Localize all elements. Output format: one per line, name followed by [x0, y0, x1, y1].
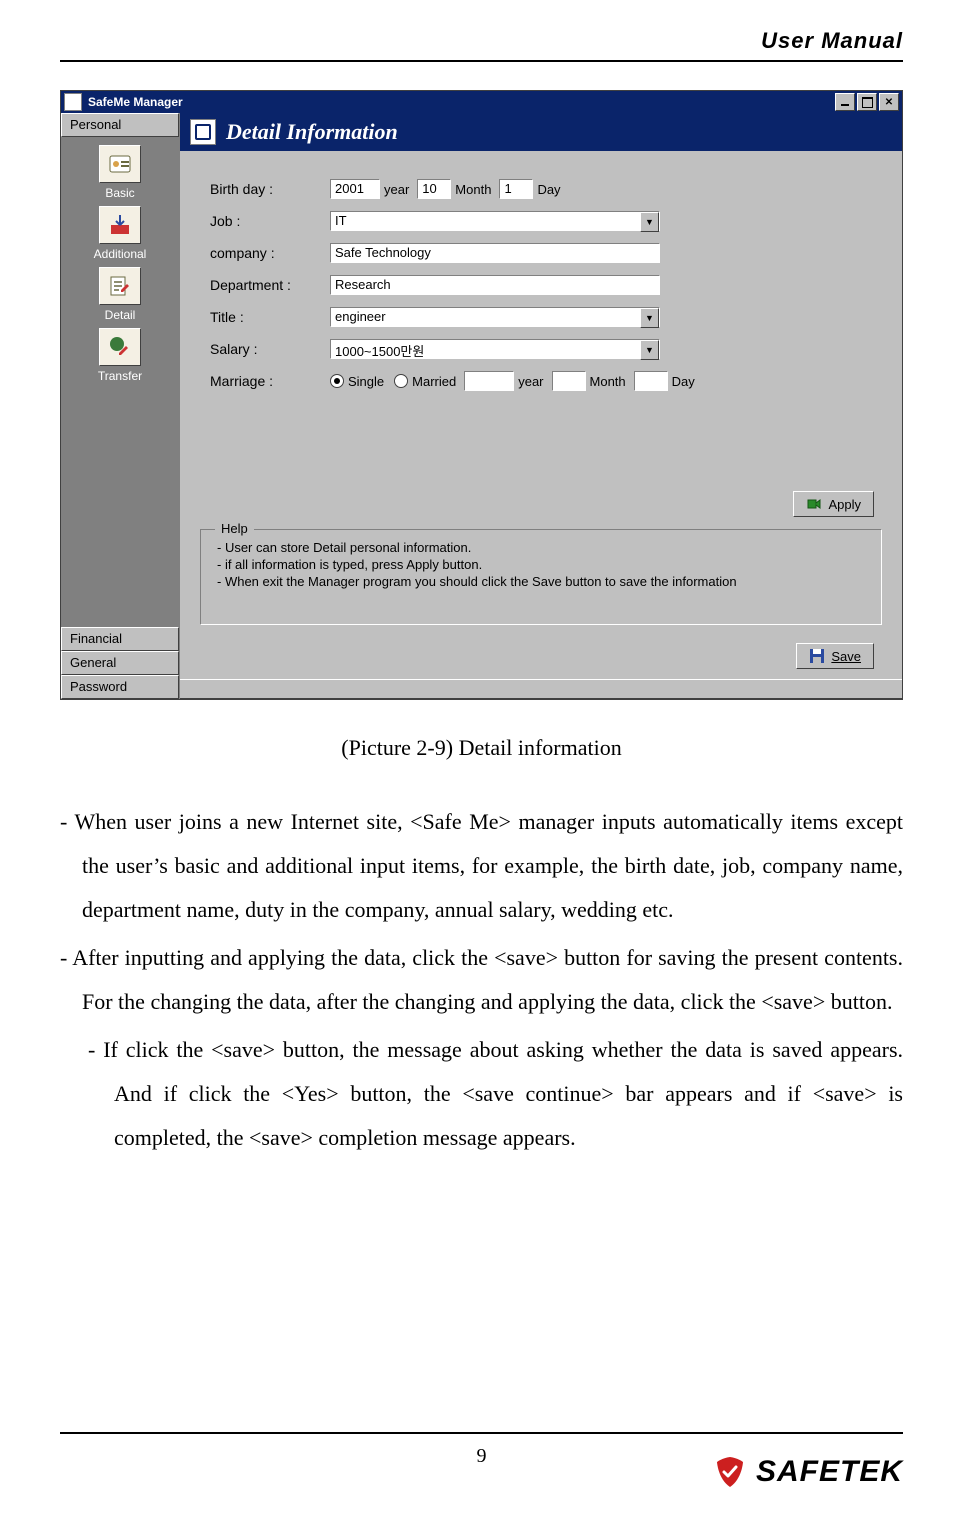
department-input[interactable]: Research: [330, 275, 660, 295]
unit-year: year: [384, 182, 409, 197]
detail-section-icon: [190, 119, 216, 145]
footer-logo-text: SAFETEK: [756, 1455, 903, 1489]
person-card-icon: [99, 145, 141, 183]
title-label: Title :: [210, 309, 330, 325]
sidebar-tab-financial[interactable]: Financial: [61, 627, 179, 651]
apply-button[interactable]: Apply: [793, 491, 874, 517]
footer-logo: SAFETEK: [712, 1454, 903, 1490]
apply-icon: [806, 496, 822, 512]
body-paragraph-1: - When user joins a new Internet site, <…: [60, 800, 903, 932]
marriage-label: Marriage :: [210, 373, 330, 389]
help-legend: Help: [215, 521, 254, 536]
help-line-3: - When exit the Manager program you shou…: [217, 574, 869, 589]
apply-button-label: Apply: [828, 497, 861, 512]
sidebar-tab-personal[interactable]: Personal: [61, 113, 179, 137]
help-groupbox: Help - User can store Detail personal in…: [200, 529, 882, 625]
unit-day2: Day: [672, 374, 695, 389]
marriage-month-input[interactable]: [552, 371, 586, 391]
save-icon: [809, 648, 825, 664]
unit-month2: Month: [590, 374, 626, 389]
main-panel: Detail Information Birth day : 2001 year…: [180, 113, 902, 699]
section-banner-title: Detail Information: [226, 119, 398, 145]
company-label: company :: [210, 245, 330, 261]
titlebar-text: SafeMe Manager: [88, 95, 833, 109]
job-combo[interactable]: IT: [330, 211, 660, 231]
sidebar-item-additional[interactable]: Additional: [94, 206, 147, 261]
help-line-1: - User can store Detail personal informa…: [217, 540, 869, 555]
unit-month: Month: [455, 182, 491, 197]
detail-form: Birth day : 2001 year 10 Month 1 Day Job…: [180, 151, 902, 635]
body-text: - When user joins a new Internet site, <…: [60, 800, 903, 1164]
close-button[interactable]: [879, 93, 899, 111]
titlebar: SafeMe Manager: [61, 91, 902, 113]
sidebar-item-transfer[interactable]: Transfer: [98, 328, 142, 383]
figure-caption: (Picture 2-9) Detail information: [0, 735, 963, 761]
page-header-title: User Manual: [60, 28, 903, 54]
salary-label: Salary :: [210, 341, 330, 357]
job-label: Job :: [210, 213, 330, 229]
save-button-label: Save: [831, 649, 861, 664]
sidebar-item-basic[interactable]: Basic: [99, 145, 141, 200]
sidebar-item-label: Additional: [94, 247, 147, 261]
marriage-single-radio[interactable]: [330, 374, 344, 388]
salary-combo[interactable]: 1000~1500만원: [330, 339, 660, 359]
app-icon: [64, 93, 82, 111]
birthday-label: Birth day :: [210, 181, 330, 197]
safeme-window: SafeMe Manager Personal Basic Additi: [60, 90, 903, 700]
sidebar-item-label: Detail: [105, 308, 136, 322]
section-banner: Detail Information: [180, 113, 902, 151]
sidebar-item-detail[interactable]: Detail: [99, 267, 141, 322]
title-combo[interactable]: engineer: [330, 307, 660, 327]
radio-label-married: Married: [412, 374, 456, 389]
help-line-2: - if all information is typed, press App…: [217, 557, 869, 572]
unit-day: Day: [537, 182, 560, 197]
page-header-rule: [60, 60, 903, 62]
department-label: Department :: [210, 277, 330, 293]
birth-month-input[interactable]: 10: [417, 179, 451, 199]
save-button[interactable]: Save: [796, 643, 874, 669]
body-paragraph-3: - If click the <save> button, the messag…: [60, 1028, 903, 1160]
marriage-year-input[interactable]: [464, 371, 514, 391]
globe-edit-icon: [99, 328, 141, 366]
sidebar-tab-password[interactable]: Password: [61, 675, 179, 699]
page-footer-rule: [60, 1432, 903, 1434]
birth-year-input[interactable]: 2001: [330, 179, 380, 199]
sidebar-item-label: Basic: [105, 186, 134, 200]
unit-year2: year: [518, 374, 543, 389]
sidebar-body: Basic Additional Detail: [61, 137, 179, 627]
radio-label-single: Single: [348, 374, 384, 389]
download-box-icon: [99, 206, 141, 244]
safetek-logo-icon: [712, 1454, 748, 1490]
edit-note-icon: [99, 267, 141, 305]
minimize-button[interactable]: [835, 93, 855, 111]
marriage-married-radio[interactable]: [394, 374, 408, 388]
sidebar-item-label: Transfer: [98, 369, 142, 383]
company-input[interactable]: Safe Technology: [330, 243, 660, 263]
sidebar-tab-general[interactable]: General: [61, 651, 179, 675]
statusbar: [180, 679, 902, 699]
marriage-day-input[interactable]: [634, 371, 668, 391]
maximize-button[interactable]: [857, 93, 877, 111]
body-paragraph-2: - After inputting and applying the data,…: [60, 936, 903, 1024]
birth-day-input[interactable]: 1: [499, 179, 533, 199]
sidebar: Personal Basic Additional: [61, 113, 180, 699]
